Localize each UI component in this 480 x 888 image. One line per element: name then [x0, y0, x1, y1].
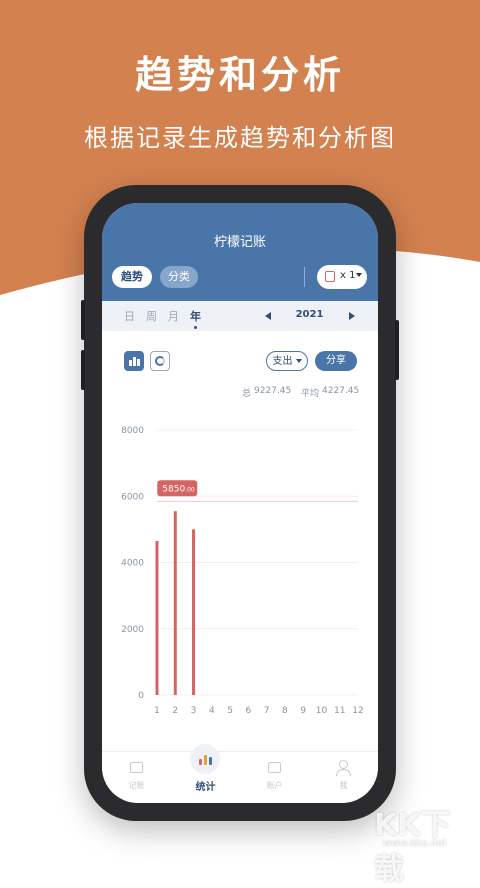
- y-tick-label: 0: [138, 691, 144, 701]
- header-divider: [304, 267, 305, 287]
- phone-side-button: [81, 300, 85, 340]
- type-select-label: 支出: [272, 356, 293, 367]
- x-tick-label: 10: [316, 706, 328, 716]
- tab-label: 记账: [128, 781, 145, 790]
- x-tick-label: 8: [282, 706, 288, 716]
- share-button[interactable]: 分享: [315, 351, 357, 371]
- period-selector: 日 周 月 年 2021: [102, 301, 378, 331]
- segment-category[interactable]: 分类: [160, 266, 198, 288]
- prev-year-icon[interactable]: [265, 312, 271, 320]
- x-tick-label: 3: [191, 706, 197, 716]
- promo-subtitle: 根据记录生成趋势和分析图: [84, 124, 396, 152]
- chevron-down-icon: [356, 273, 362, 277]
- x-tick-label: 4: [209, 706, 215, 716]
- next-year-icon[interactable]: [349, 312, 355, 320]
- tooltip-value: 5850.00: [162, 485, 195, 495]
- phone-side-button: [81, 350, 85, 390]
- pie-chart-icon: [155, 356, 165, 366]
- account-book-selector[interactable]: x 1: [317, 265, 367, 289]
- chevron-down-icon: [295, 359, 302, 363]
- y-tick-label: 6000: [121, 492, 144, 502]
- tab-label: 我: [339, 781, 348, 790]
- period-tab-month[interactable]: 月: [168, 308, 179, 324]
- book-multiplier: x 1: [340, 270, 356, 281]
- bottom-tab-bar: 记账 统计 账户 我: [102, 744, 378, 803]
- tab-label: 账户: [266, 781, 283, 790]
- trend-bar-chart: 800060004000200001 2 3 4 5 6 7 8 9 10 11 125850.00: [121, 426, 364, 716]
- tab-statistics[interactable]: 统计: [171, 744, 240, 803]
- y-tick-label: 4000: [121, 559, 144, 569]
- promo-title: 趋势和分析: [134, 53, 345, 97]
- pie-chart-toggle[interactable]: [150, 351, 170, 371]
- x-tick-label: 2: [172, 706, 178, 716]
- tab-me[interactable]: 我: [309, 752, 378, 803]
- stats-icon: [190, 744, 220, 774]
- app-title: 柠檬记账: [213, 235, 266, 250]
- y-tick-label: 8000: [121, 426, 144, 436]
- y-tick-label: 2000: [121, 625, 144, 635]
- phone-side-button: [395, 320, 399, 380]
- total-label: 总: [242, 389, 252, 399]
- active-tab-indicator: [194, 326, 197, 329]
- calendar-icon: [325, 271, 335, 282]
- period-tab-week[interactable]: 周: [146, 308, 157, 324]
- x-tick-label: 1: [154, 706, 160, 716]
- period-tab-year[interactable]: 年: [190, 308, 201, 324]
- app-header: 柠檬记账 趋势 分类 x 1: [102, 203, 378, 301]
- average-value: 4227.45: [322, 386, 360, 396]
- x-tick-label: 5: [227, 706, 233, 716]
- account-icon: [268, 762, 281, 773]
- bar-month-2: [173, 511, 177, 695]
- average-label: 平均: [301, 389, 320, 399]
- x-tick-label: 7: [264, 706, 270, 716]
- bar-month-3: [192, 529, 196, 695]
- year-label: 2021: [295, 309, 324, 320]
- tab-label: 统计: [195, 782, 216, 793]
- x-tick-label: 6: [245, 706, 251, 716]
- segment-trend[interactable]: 趋势: [112, 266, 152, 288]
- total-value: 9227.45: [254, 386, 292, 396]
- watermark-url: www.kkx.net: [383, 838, 447, 849]
- x-tick-label: 12: [352, 706, 363, 716]
- wallet-icon: [130, 762, 143, 773]
- tab-bookkeeping[interactable]: 记账: [102, 752, 171, 803]
- bar-month-1: [155, 540, 159, 695]
- app-screen: 柠檬记账 趋势 分类 x 1 日 周 月 年 2021 支出 分享 总 9227…: [102, 203, 378, 803]
- type-select[interactable]: 支出: [266, 351, 308, 371]
- bar-chart-toggle[interactable]: [124, 351, 144, 371]
- x-tick-label: 11: [334, 706, 345, 716]
- x-tick-label: 9: [300, 706, 306, 716]
- user-icon: [339, 760, 348, 769]
- period-tab-day[interactable]: 日: [124, 308, 135, 324]
- tab-account[interactable]: 账户: [240, 752, 309, 803]
- watermark: KK下载 www.kkx.net: [372, 800, 480, 887]
